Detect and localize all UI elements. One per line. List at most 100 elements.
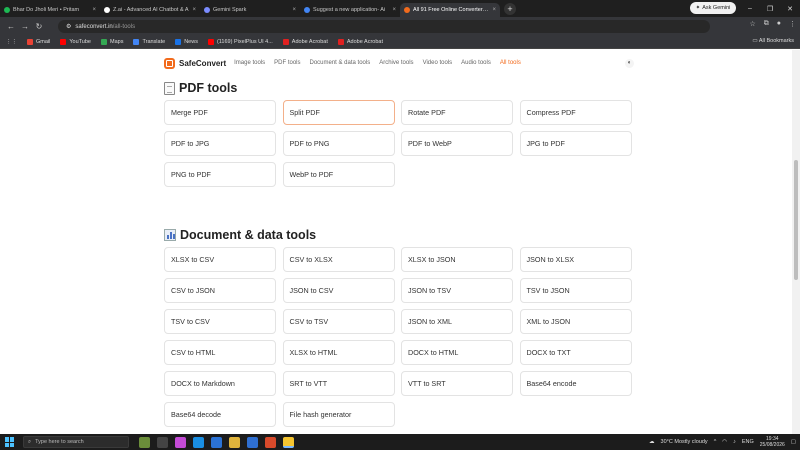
nav-link[interactable]: Video tools xyxy=(423,60,453,66)
theme-toggle-icon[interactable]: ◐ xyxy=(625,58,634,68)
tool-card[interactable]: JSON to XLSX xyxy=(519,247,632,272)
tool-card[interactable]: DOCX to HTML xyxy=(401,340,513,365)
nav-link[interactable]: All tools xyxy=(500,60,521,66)
profile-icon[interactable]: ● xyxy=(777,20,781,28)
tool-card[interactable]: Split PDF xyxy=(282,100,395,125)
tool-card[interactable]: Base64 encode xyxy=(519,371,632,396)
tab-close-icon[interactable]: × xyxy=(292,7,296,13)
tool-card[interactable]: File hash generator xyxy=(282,402,395,427)
reload-icon[interactable]: ↻ xyxy=(32,22,46,31)
browser-tab[interactable]: Bhar Do Jholi Meri • Pritam × xyxy=(0,3,100,17)
address-bar[interactable]: ⚙ safeconvert.in/all-tools xyxy=(58,20,710,33)
tool-card[interactable]: DOCX to TXT xyxy=(519,340,632,365)
nav-link[interactable]: Image tools xyxy=(234,60,265,66)
tool-card[interactable]: JSON to XML xyxy=(401,309,513,334)
volume-icon[interactable]: ♪ xyxy=(733,439,736,445)
tool-card[interactable]: XML to JSON xyxy=(519,309,632,334)
tool-card[interactable]: JPG to PDF xyxy=(519,131,632,156)
tab-close-icon[interactable]: × xyxy=(392,7,396,13)
maximize-button[interactable]: ❐ xyxy=(760,5,780,13)
tray-arrow-icon[interactable]: ^ xyxy=(714,439,717,445)
tool-card[interactable]: PNG to PDF xyxy=(164,162,276,187)
tool-card[interactable]: Merge PDF xyxy=(164,100,276,125)
windows-start-icon[interactable] xyxy=(5,437,15,447)
browser-tab[interactable]: All 91 Free Online Converter To × xyxy=(400,3,500,17)
widget-icon[interactable] xyxy=(139,436,150,448)
nav-link[interactable]: Document & data tools xyxy=(310,60,371,66)
tool-card[interactable]: JSON to TSV xyxy=(401,278,513,303)
tool-card[interactable]: XLSX to HTML xyxy=(282,340,395,365)
task-view-icon[interactable] xyxy=(157,436,168,448)
site-info-icon[interactable]: ⚙ xyxy=(66,23,71,30)
mail-icon[interactable] xyxy=(247,436,258,448)
tool-card[interactable]: Rotate PDF xyxy=(401,100,513,125)
safeconvert-logo-icon[interactable] xyxy=(164,57,175,69)
wifi-icon[interactable]: ◠ xyxy=(722,439,727,445)
nav-link[interactable]: Archive tools xyxy=(379,60,413,66)
tool-card[interactable]: SRT to VTT xyxy=(282,371,395,396)
scrollbar-thumb[interactable] xyxy=(794,160,798,280)
tab-close-icon[interactable]: × xyxy=(492,7,496,13)
bookmark-item[interactable]: Translate xyxy=(133,38,165,45)
new-tab-button[interactable]: + xyxy=(504,2,516,15)
tool-card[interactable]: PDF to PNG xyxy=(282,131,395,156)
system-tray: ☁ 30°C Mostly cloudy ^ ◠ ♪ ENG 19:34 25/… xyxy=(649,434,796,450)
bookmark-item[interactable]: Adobe Acrobat xyxy=(337,38,383,45)
tool-card[interactable]: CSV to TSV xyxy=(282,309,395,334)
forward-icon[interactable]: → xyxy=(18,22,32,31)
bookmark-item[interactable]: Maps xyxy=(101,38,123,45)
url-path: /all-tools xyxy=(112,23,136,30)
bookmark-item[interactable]: News xyxy=(175,38,198,45)
bookmark-item[interactable]: YouTube xyxy=(60,38,91,45)
bookmark-item[interactable]: Adobe Acrobat xyxy=(282,38,328,45)
section-heading: Document & data tools xyxy=(180,228,317,242)
minimize-button[interactable]: – xyxy=(740,5,760,12)
tool-card[interactable]: PDF to WebP xyxy=(401,131,513,156)
nav-link[interactable]: Audio tools xyxy=(461,60,491,66)
brand-name[interactable]: SafeConvert xyxy=(179,59,226,68)
bookmark-star-icon[interactable]: ☆ xyxy=(749,20,755,28)
tool-card[interactable]: WebP to PDF xyxy=(282,162,395,187)
browser-tab[interactable]: Suggest a new application- Ai × xyxy=(300,3,400,17)
tool-card[interactable]: JSON to CSV xyxy=(282,278,395,303)
extensions-icon[interactable]: ⧉ xyxy=(764,20,769,28)
tool-card[interactable]: VTT to SRT xyxy=(401,371,513,396)
clock[interactable]: 19:34 25/08/2026 xyxy=(760,436,785,448)
browser-tab[interactable]: Z.ai - Advanced AI Chatbot & A × xyxy=(100,3,200,17)
file-explorer-icon[interactable] xyxy=(229,436,240,448)
bookmark-item[interactable]: Gmail xyxy=(27,38,50,45)
back-icon[interactable]: ← xyxy=(4,22,18,31)
apps-grid-icon[interactable]: ⋮⋮ xyxy=(6,39,17,45)
tool-card[interactable]: XLSX to CSV xyxy=(164,247,276,272)
close-window-button[interactable]: ✕ xyxy=(780,5,800,13)
office-icon[interactable] xyxy=(265,436,276,448)
menu-icon[interactable]: ⋮ xyxy=(789,20,796,28)
all-bookmarks[interactable]: ▭ All Bookmarks xyxy=(752,38,794,44)
bookmark-label: Adobe Acrobat xyxy=(346,38,383,45)
browser-tab[interactable]: Gemini Spark × xyxy=(200,3,300,17)
copilot-icon[interactable] xyxy=(175,436,186,448)
tool-card[interactable]: XLSX to JSON xyxy=(401,247,513,272)
page-scrollbar[interactable] xyxy=(792,50,800,434)
tool-card[interactable]: DOCX to Markdown xyxy=(164,371,276,396)
tool-card[interactable]: Compress PDF xyxy=(519,100,632,125)
chrome-icon[interactable] xyxy=(283,436,294,448)
tool-card[interactable]: TSV to JSON xyxy=(519,278,632,303)
weather-text[interactable]: 30°C Mostly cloudy xyxy=(661,439,708,445)
tool-card[interactable]: CSV to HTML xyxy=(164,340,276,365)
taskbar-search[interactable]: ⌕ Type here to search xyxy=(23,436,129,448)
word-icon[interactable] xyxy=(211,436,222,448)
tool-card[interactable]: CSV to JSON xyxy=(164,278,276,303)
bookmark-item[interactable]: (1169) PixelPlus UI 4... xyxy=(207,38,273,45)
ask-gemini-button[interactable]: ✦ Ask Gemini xyxy=(690,2,736,14)
edge-icon[interactable] xyxy=(193,436,204,448)
tool-card[interactable]: TSV to CSV xyxy=(164,309,276,334)
tool-card[interactable]: CSV to XLSX xyxy=(282,247,395,272)
notification-icon[interactable]: ▢ xyxy=(791,439,796,445)
language-indicator[interactable]: ENG xyxy=(742,439,754,445)
tool-card[interactable]: Base64 decode xyxy=(164,402,276,427)
tab-close-icon[interactable]: × xyxy=(192,7,196,13)
tool-card[interactable]: PDF to JPG xyxy=(164,131,276,156)
nav-link[interactable]: PDF tools xyxy=(274,60,300,66)
tab-close-icon[interactable]: × xyxy=(92,7,96,13)
